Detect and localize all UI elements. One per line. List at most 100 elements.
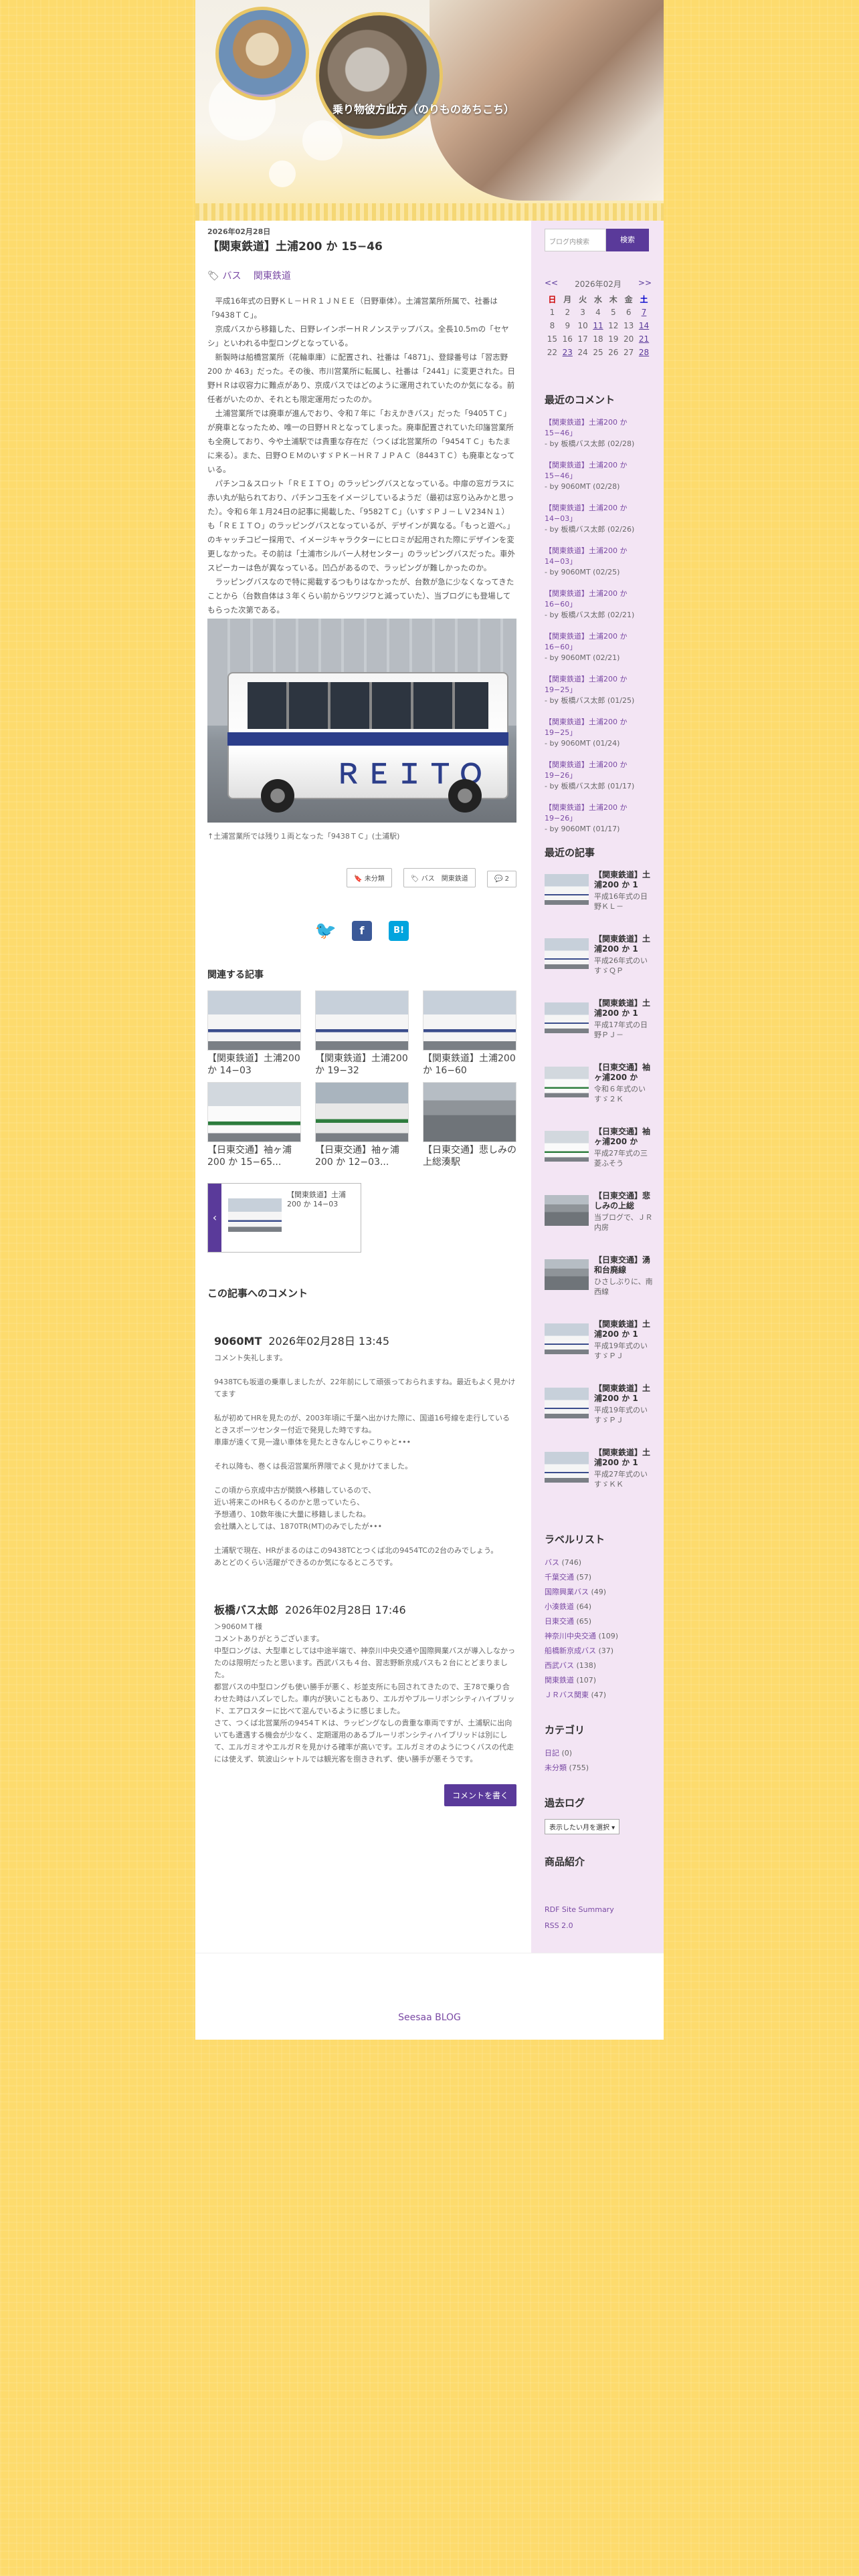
related-title[interactable]: 【日東交通】袖ヶ浦200 か 12−03... (315, 1144, 409, 1168)
labels-link[interactable]: 日東交通 (545, 1617, 574, 1626)
recent-article-item[interactable]: 【関東鉄道】土浦200 か 1 平成16年式の日野ＫＬ－ (545, 870, 655, 934)
recent-article-item[interactable]: 【日東交通】袖ヶ浦200 か令和６年式のいすゞ２Ｋ (545, 1063, 655, 1127)
previous-post-link[interactable]: ‹ 【関東鉄道】土浦200 か 14−03 (207, 1183, 361, 1253)
site-title[interactable]: 乗り物彼方此方（のりものあちこち） (332, 100, 514, 116)
category-link[interactable]: バス (222, 271, 241, 282)
calendar-day-link[interactable]: 11 (591, 319, 606, 332)
search-button[interactable]: 検索 (606, 229, 649, 251)
labels-link[interactable]: 神奈川中央交通 (545, 1632, 596, 1640)
labels-link[interactable]: 国際興業バス (545, 1588, 589, 1596)
comments-count-button[interactable]: 💬 2 (486, 871, 516, 888)
category-link[interactable]: 関東鉄道 (254, 271, 291, 282)
recent-article-title[interactable]: 【日東交通】袖ヶ浦200 か (594, 1127, 654, 1147)
related-thumbnail[interactable] (207, 990, 301, 1051)
labels-link[interactable]: 千葉交通 (545, 1573, 574, 1582)
calendar-day-link[interactable]: 21 (636, 332, 652, 346)
recent-article-item[interactable]: 【日東交通】袖ヶ浦200 か平成27年式の三菱ふそう (545, 1127, 655, 1191)
recent-article-thumbnail[interactable] (545, 1131, 589, 1162)
labels-link[interactable]: 小湊鉄道 (545, 1602, 574, 1611)
recent-comment-post-link[interactable]: 【関東鉄道】土浦200 か 19−26」 (545, 760, 655, 781)
related-item[interactable]: 【日東交通】悲しみの上総湊駅 (423, 1082, 516, 1168)
recent-article-title[interactable]: 【日東交通】悲しみの上総 (594, 1191, 654, 1211)
related-thumbnail[interactable] (315, 990, 409, 1051)
labels-link[interactable]: 船橋新京成バス (545, 1646, 596, 1655)
recent-article-thumbnail[interactable] (545, 1002, 589, 1033)
related-thumbnail[interactable] (423, 1082, 516, 1143)
related-item[interactable]: 【日東交通】袖ヶ浦200 か 15−65... (207, 1082, 301, 1168)
recent-comment-post-link[interactable]: 【関東鉄道】土浦200 か 16−60」 (545, 588, 655, 610)
recent-comment-post-link[interactable]: 【関東鉄道】土浦200 か 14−03」 (545, 546, 655, 567)
recent-article-thumbnail[interactable] (545, 938, 589, 969)
calendar-prev-link[interactable]: << (545, 278, 558, 290)
recent-article-title[interactable]: 【関東鉄道】土浦200 か 1 (594, 870, 654, 890)
related-title[interactable]: 【関東鉄道】土浦200 か 16−60 (423, 1053, 516, 1077)
related-thumbnail[interactable] (423, 990, 516, 1051)
labels-link[interactable]: ＪＲバス関東 (545, 1691, 589, 1699)
related-thumbnail[interactable] (207, 1082, 301, 1143)
recent-comment-post-link[interactable]: 【関東鉄道】土浦200 か 14−03」 (545, 503, 655, 524)
recent-article-title[interactable]: 【関東鉄道】土浦200 か 1 (594, 1384, 654, 1404)
recent-article-title[interactable]: 【日東交通】袖ヶ浦200 か (594, 1063, 654, 1083)
recent-article-item[interactable]: 【関東鉄道】土浦200 か 1 平成19年式のいすゞＰＪ (545, 1319, 655, 1384)
calendar-day-link[interactable]: 7 (636, 306, 652, 319)
recent-article-thumbnail[interactable] (545, 1388, 589, 1418)
labels-link[interactable]: 西武バス (545, 1661, 574, 1670)
previous-post-thumbnail[interactable] (228, 1198, 282, 1232)
facebook-share-icon[interactable]: f (352, 921, 372, 942)
recent-article-title[interactable]: 【関東鉄道】土浦200 か 1 (594, 934, 654, 954)
recent-article-thumbnail[interactable] (545, 1067, 589, 1097)
recent-article-item[interactable]: 【関東鉄道】土浦200 か 1 平成17年式の日野ＰＪ－ (545, 998, 655, 1063)
categories-link[interactable]: 未分類 (545, 1763, 567, 1772)
recent-article-item[interactable]: 【関東鉄道】土浦200 か 1 平成26年式のいすゞＱＰ (545, 934, 655, 998)
hatena-bookmark-icon[interactable]: B! (389, 921, 409, 942)
related-item[interactable]: 【関東鉄道】土浦200 か 14−03 (207, 990, 301, 1077)
chevron-left-icon[interactable]: ‹ (208, 1184, 221, 1253)
search-input[interactable]: ブログ内検索 (545, 229, 606, 251)
related-thumbnail[interactable] (315, 1082, 409, 1143)
recent-article-title[interactable]: 【関東鉄道】土浦200 か 1 (594, 998, 654, 1018)
related-title[interactable]: 【関東鉄道】土浦200 か 14−03 (207, 1053, 301, 1077)
recent-comment-post-link[interactable]: 【関東鉄道】土浦200 か 15−46」 (545, 417, 655, 439)
recent-article-thumbnail[interactable] (545, 1323, 589, 1354)
category-button[interactable]: 🔖 未分類 (347, 868, 392, 888)
recent-article-thumbnail[interactable] (545, 1452, 589, 1483)
recent-comment-post-link[interactable]: 【関東鉄道】土浦200 か 19−26」 (545, 802, 655, 824)
recent-article-thumbnail[interactable] (545, 874, 589, 905)
related-item[interactable]: 【日東交通】袖ヶ浦200 か 12−03... (315, 1082, 409, 1168)
related-item[interactable]: 【関東鉄道】土浦200 か 16−60 (423, 990, 516, 1077)
previous-post-title[interactable]: 【関東鉄道】土浦200 か 14−03 (287, 1190, 354, 1209)
recent-comment-post-link[interactable]: 【関東鉄道】土浦200 か 19−25」 (545, 674, 655, 695)
categories-link[interactable]: 日記 (545, 1749, 559, 1757)
recent-comment-post-link[interactable]: 【関東鉄道】土浦200 か 16−60」 (545, 631, 655, 653)
write-comment-button[interactable]: コメントを書く (444, 1784, 516, 1807)
rss-link[interactable]: RSS 2.0 (545, 1918, 664, 1934)
recent-comment-post-link[interactable]: 【関東鉄道】土浦200 か 19−25」 (545, 717, 655, 738)
archive-month-select[interactable]: 表示したい月を選択 ▾ (545, 1819, 620, 1834)
tags-button[interactable]: 🏷 バス 関東鉄道 (403, 868, 476, 888)
recent-comment-post-link[interactable]: 【関東鉄道】土浦200 か 15−46」 (545, 460, 655, 481)
recent-article-item[interactable]: 【関東鉄道】土浦200 か 1 平成19年式のいすゞＰＪ (545, 1384, 655, 1448)
recent-article-title[interactable]: 【関東鉄道】土浦200 か 1 (594, 1319, 654, 1339)
calendar-day-link[interactable]: 28 (636, 346, 652, 359)
labels-link[interactable]: バス (545, 1558, 559, 1567)
recent-article-item[interactable]: 【日東交通】湧和台廃線 ひさしぶりに、南西線 (545, 1255, 655, 1319)
recent-article-title[interactable]: 【関東鉄道】土浦200 か 1 (594, 1448, 654, 1468)
calendar-day-link[interactable]: 14 (636, 319, 652, 332)
related-title[interactable]: 【日東交通】悲しみの上総湊駅 (423, 1144, 516, 1168)
related-item[interactable]: 【関東鉄道】土浦200 か 19−32 (315, 990, 409, 1077)
calendar-next-link[interactable]: >> (638, 278, 652, 290)
rdf-link[interactable]: RDF Site Summary (545, 1902, 664, 1918)
twitter-share-icon[interactable]: 🐦 (315, 921, 337, 941)
footer-link[interactable]: Seesaa BLOG (398, 2012, 461, 2023)
post-title[interactable]: 【関東鉄道】土浦200 か 15−46 (207, 239, 516, 254)
recent-article-thumbnail[interactable] (545, 1195, 589, 1226)
recent-article-item[interactable]: 【日東交通】悲しみの上総 当ブログで、ＪＲ内房 (545, 1191, 655, 1255)
labels-link[interactable]: 関東鉄道 (545, 1676, 574, 1685)
recent-article-item[interactable]: 【関東鉄道】土浦200 か 1 平成27年式のいすゞＫＫ (545, 1448, 655, 1512)
recent-article-thumbnail[interactable] (545, 1259, 589, 1290)
recent-article-title[interactable]: 【日東交通】湧和台廃線 (594, 1255, 654, 1275)
related-title[interactable]: 【関東鉄道】土浦200 か 19−32 (315, 1053, 409, 1077)
related-title[interactable]: 【日東交通】袖ヶ浦200 か 15−65... (207, 1144, 301, 1168)
post-photo-bus[interactable]: ＲＥＩＴＯ (207, 619, 516, 823)
calendar-day-link[interactable]: 23 (560, 346, 575, 359)
